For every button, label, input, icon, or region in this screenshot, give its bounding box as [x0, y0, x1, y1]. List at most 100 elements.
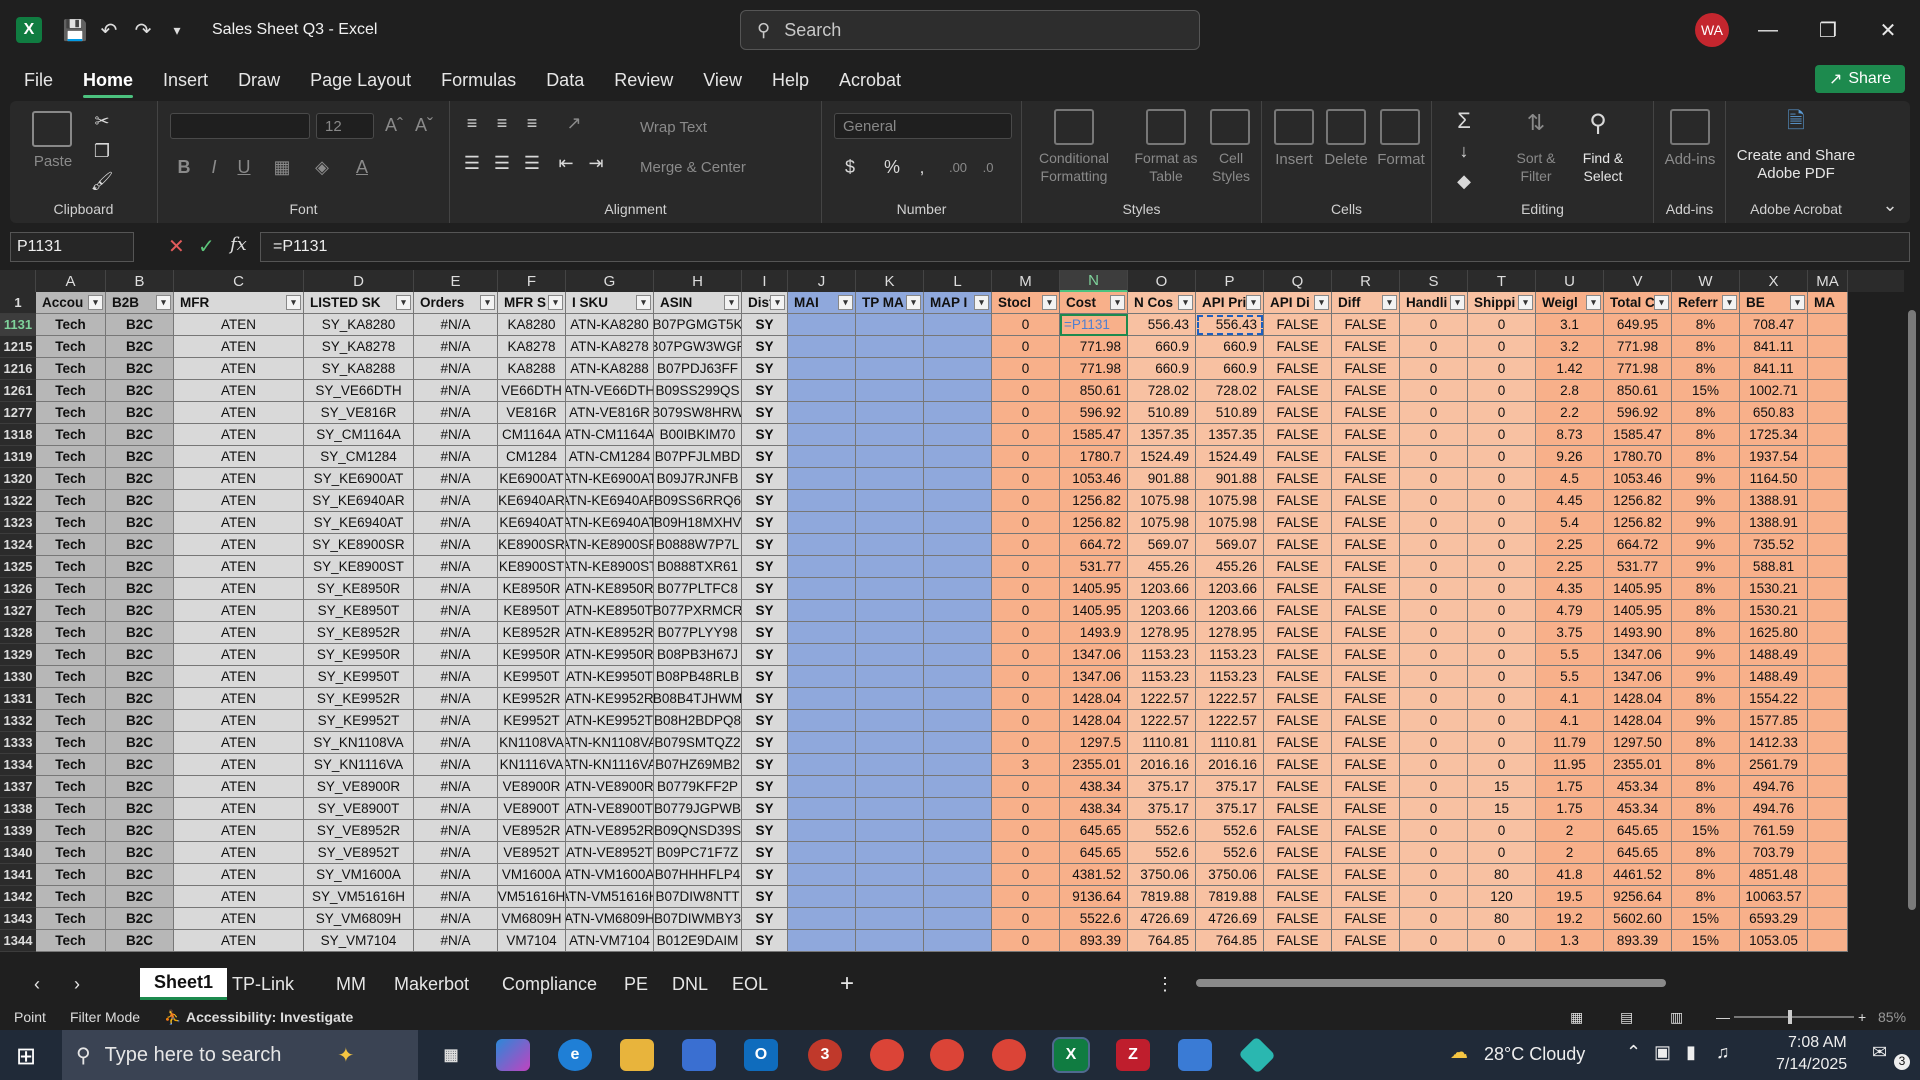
delete-cells-icon[interactable]: [1326, 109, 1366, 145]
cell[interactable]: VM51616H: [498, 886, 566, 908]
insert-function-icon[interactable]: fx: [230, 234, 247, 255]
column-header-i[interactable]: I: [742, 270, 788, 292]
chrome-icon-3[interactable]: [992, 1039, 1026, 1071]
zoom-slider[interactable]: [1734, 1010, 1854, 1024]
column-header-s[interactable]: S: [1400, 270, 1468, 292]
cell[interactable]: 850.61: [1060, 380, 1128, 402]
cell[interactable]: B2C: [106, 754, 174, 776]
cell[interactable]: 5.5: [1536, 666, 1604, 688]
cell[interactable]: [788, 930, 856, 952]
cell[interactable]: #N/A: [414, 622, 498, 644]
cell[interactable]: 0: [992, 622, 1060, 644]
create-share-pdf-button[interactable]: Create and Share Adobe PDF: [1726, 147, 1866, 183]
cell[interactable]: 0: [1400, 380, 1468, 402]
cell[interactable]: FALSE: [1332, 908, 1400, 930]
cell[interactable]: FALSE: [1264, 424, 1332, 446]
comma-icon[interactable]: ‚: [908, 153, 936, 181]
cell[interactable]: FALSE: [1332, 314, 1400, 336]
cell[interactable]: 650.83: [1740, 402, 1808, 424]
cell[interactable]: Tech: [36, 886, 106, 908]
cell[interactable]: Tech: [36, 930, 106, 952]
cell[interactable]: 0: [992, 314, 1060, 336]
cell[interactable]: 1110.81: [1128, 732, 1196, 754]
cell[interactable]: Tech: [36, 336, 106, 358]
cell[interactable]: SY: [742, 380, 788, 402]
cell[interactable]: VE8900R: [498, 776, 566, 798]
cell[interactable]: [1808, 732, 1848, 754]
cell[interactable]: KE9952T: [498, 710, 566, 732]
select-all-corner[interactable]: [0, 270, 36, 292]
cell[interactable]: 9256.64: [1604, 886, 1672, 908]
cell[interactable]: Tech: [36, 842, 106, 864]
cell[interactable]: Tech: [36, 710, 106, 732]
cell[interactable]: [1808, 380, 1848, 402]
cell[interactable]: 841.11: [1740, 358, 1808, 380]
cell[interactable]: SY_KN1116VA: [304, 754, 414, 776]
cell[interactable]: 0: [992, 666, 1060, 688]
cell[interactable]: 0: [992, 358, 1060, 380]
cell[interactable]: 1493.9: [1060, 622, 1128, 644]
cell[interactable]: 0: [992, 446, 1060, 468]
column-header-u[interactable]: U: [1536, 270, 1604, 292]
cell[interactable]: 0: [1400, 424, 1468, 446]
volume-icon[interactable]: ♫: [1716, 1042, 1730, 1063]
cell[interactable]: Tech: [36, 864, 106, 886]
cell[interactable]: [1808, 490, 1848, 512]
cell[interactable]: 1428.04: [1060, 688, 1128, 710]
redo-icon[interactable]: ↷: [126, 13, 160, 47]
cell[interactable]: B07HHHFLP4: [654, 864, 742, 886]
cell[interactable]: 0: [1468, 314, 1536, 336]
cell[interactable]: 841.11: [1740, 336, 1808, 358]
cell[interactable]: 4726.69: [1128, 908, 1196, 930]
cell[interactable]: [924, 314, 992, 336]
row-header[interactable]: 1216: [0, 358, 36, 380]
column-header-w[interactable]: W: [1672, 270, 1740, 292]
cell[interactable]: [788, 908, 856, 930]
cell[interactable]: SY_KE9952R: [304, 688, 414, 710]
cell[interactable]: [856, 600, 924, 622]
cell[interactable]: 7819.88: [1196, 886, 1264, 908]
cell[interactable]: 0: [992, 644, 1060, 666]
tray-chevron-icon[interactable]: ⌃: [1626, 1042, 1641, 1063]
tab-insert[interactable]: Insert: [163, 60, 208, 100]
cell[interactable]: B07DIW8NTT: [654, 886, 742, 908]
cell[interactable]: [856, 512, 924, 534]
cell[interactable]: #N/A: [414, 468, 498, 490]
cell[interactable]: [856, 798, 924, 820]
cell[interactable]: ATEN: [174, 798, 304, 820]
column-header-p[interactable]: P: [1196, 270, 1264, 292]
cell[interactable]: 453.34: [1604, 776, 1672, 798]
column-header-r[interactable]: R: [1332, 270, 1400, 292]
cell[interactable]: 0: [1468, 446, 1536, 468]
cell[interactable]: 0: [992, 600, 1060, 622]
percent-icon[interactable]: %: [878, 153, 906, 181]
cell[interactable]: 735.52: [1740, 534, 1808, 556]
sort-filter-button[interactable]: Sort & Filter: [1504, 149, 1568, 185]
sheet-tab-tp-link[interactable]: TP-Link: [218, 968, 308, 1000]
cell[interactable]: KE6940AR: [498, 490, 566, 512]
cell[interactable]: 1153.23: [1128, 666, 1196, 688]
cell[interactable]: 0: [1468, 358, 1536, 380]
filter-dropdown-icon[interactable]: ▾: [1246, 295, 1261, 310]
cell[interactable]: 1428.04: [1604, 710, 1672, 732]
align-left-icon[interactable]: ☰: [458, 149, 486, 177]
cell[interactable]: 0: [1468, 490, 1536, 512]
cell[interactable]: 901.88: [1128, 468, 1196, 490]
column-header-t[interactable]: T: [1468, 270, 1536, 292]
cell[interactable]: B2C: [106, 512, 174, 534]
cancel-icon[interactable]: ✕: [168, 234, 185, 259]
cell[interactable]: SY_KA8288: [304, 358, 414, 380]
row-header[interactable]: 1215: [0, 336, 36, 358]
cell[interactable]: ATEN: [174, 732, 304, 754]
sheet-tab-dnl[interactable]: DNL: [658, 968, 722, 1000]
cell[interactable]: 0: [992, 336, 1060, 358]
format-cells-icon[interactable]: [1380, 109, 1420, 145]
cell[interactable]: 11.79: [1536, 732, 1604, 754]
cell[interactable]: [788, 732, 856, 754]
cell[interactable]: 1222.57: [1128, 688, 1196, 710]
tab-data[interactable]: Data: [546, 60, 584, 100]
cell[interactable]: B2C: [106, 314, 174, 336]
network-icon[interactable]: ▣: [1654, 1042, 1671, 1063]
cell[interactable]: #N/A: [414, 732, 498, 754]
cell[interactable]: SY: [742, 600, 788, 622]
